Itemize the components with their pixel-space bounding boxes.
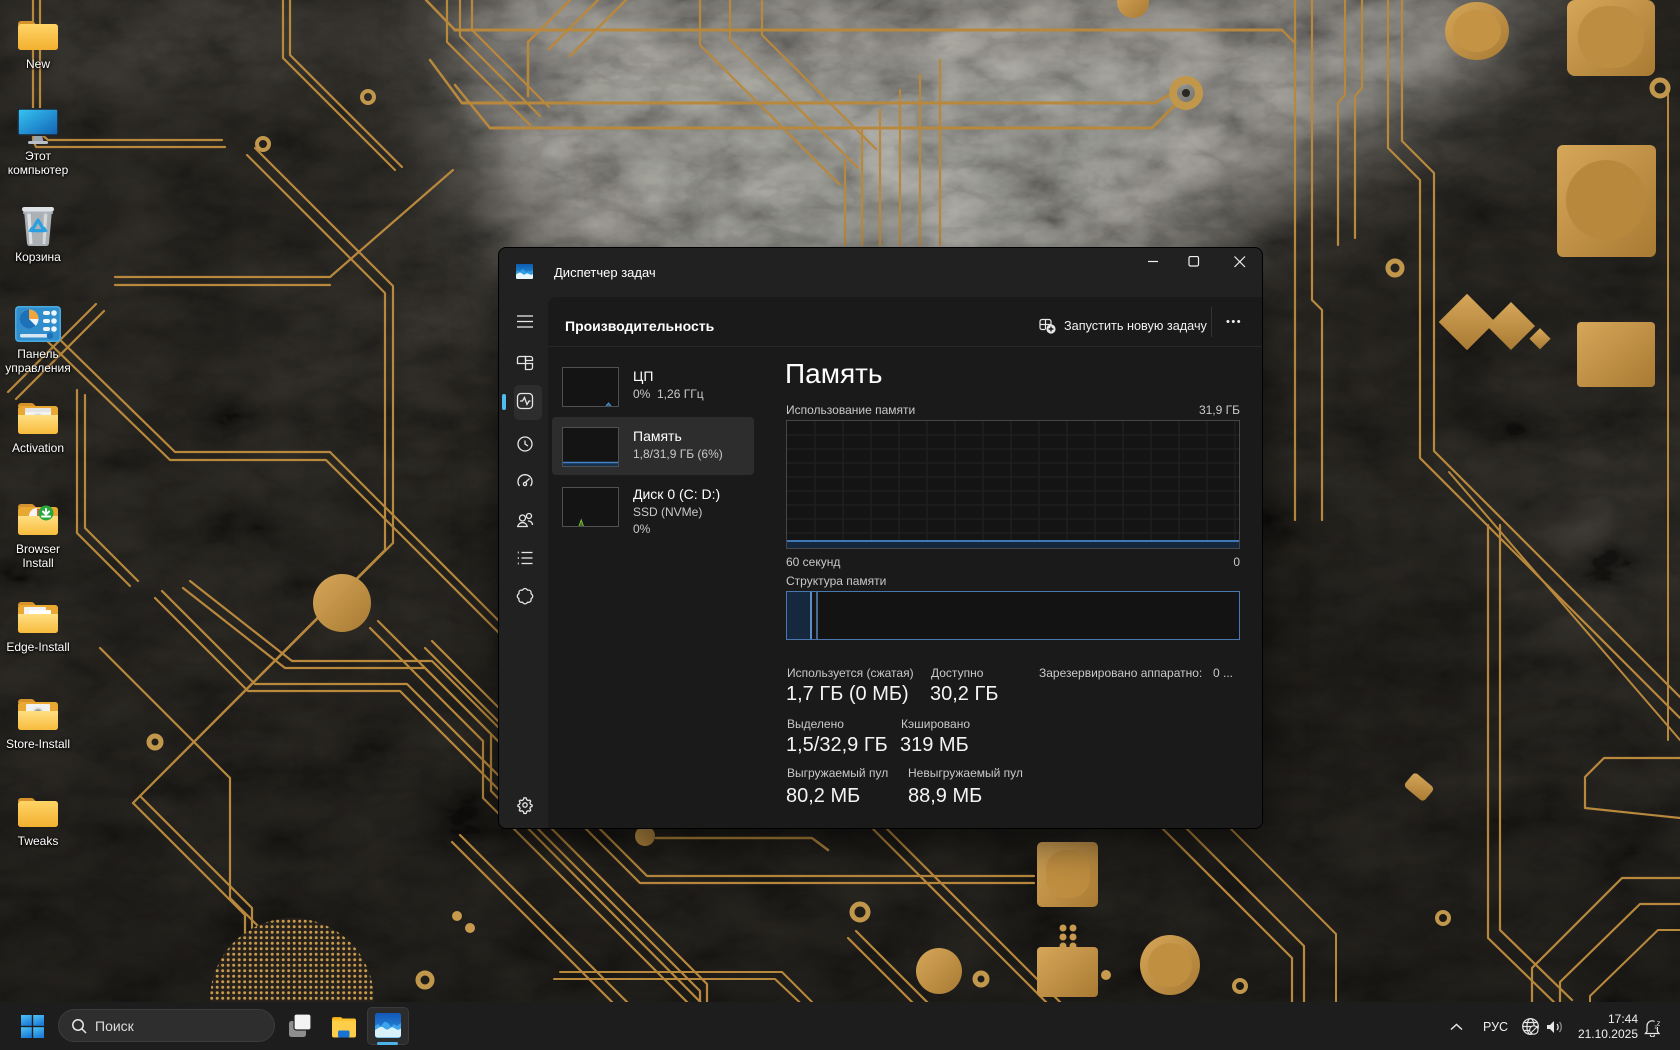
svg-text:z: z [1657,1019,1661,1028]
